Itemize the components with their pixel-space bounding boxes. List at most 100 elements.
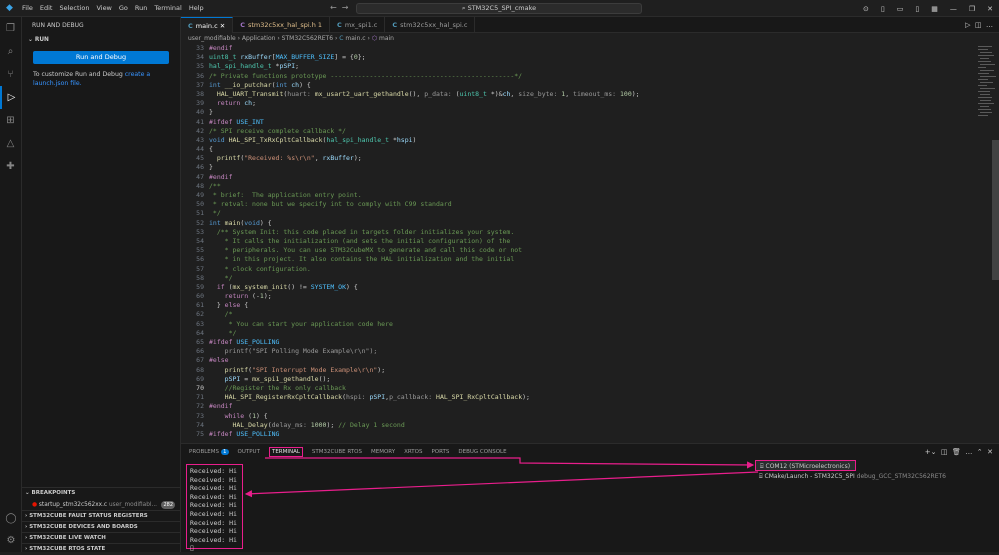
close-icon[interactable]: ✕ [987, 5, 993, 13]
source-control-icon[interactable]: ⑂ [0, 63, 21, 86]
tab-stm32cube-rtos[interactable]: STM32CUBE RTOS [312, 449, 362, 455]
tab-memory[interactable]: MEMORY [371, 449, 395, 455]
line-number[interactable]: 34 [181, 53, 209, 62]
code-line[interactable]: 70 //Register the Rx only callback [181, 384, 976, 393]
line-number[interactable]: 65 [181, 338, 209, 347]
line-number[interactable]: 38 [181, 90, 209, 99]
terminal-output[interactable]: Received: Hi Received: Hi Received: Hi Rece… [186, 464, 243, 549]
code-line[interactable]: 50 * retval: none but we specify int to … [181, 200, 976, 209]
line-number[interactable]: 66 [181, 347, 209, 356]
line-number[interactable]: 46 [181, 163, 209, 172]
menu-file[interactable]: File [22, 4, 33, 12]
line-number[interactable]: 33 [181, 44, 209, 53]
code-line[interactable]: 73 while (1) { [181, 412, 976, 421]
code-line[interactable]: 52 int main(void) { [181, 219, 976, 228]
breadcrumb-item[interactable]: main [379, 35, 394, 42]
code-line[interactable]: 37 int __io_putchar(int ch) { [181, 81, 976, 90]
cmake-icon[interactable]: △ [0, 132, 21, 155]
code-line[interactable]: 72 #endif [181, 402, 976, 411]
code-line[interactable]: 49 * brief: The application entry point. [181, 191, 976, 200]
rtos-state-section[interactable]: › STM32CUBE RTOS STATE [22, 543, 181, 554]
line-number[interactable]: 44 [181, 145, 209, 154]
code-line[interactable]: 66 printf("SPI Polling Mode Example\r\n"… [181, 347, 976, 356]
code-line[interactable]: 55 * peripherals. You can use STM32CubeM… [181, 246, 976, 255]
tab-hal-spi-c[interactable]: Cstm32c5xx_hal_spi.c [385, 17, 476, 33]
layout-sidebar-icon[interactable]: ▯ [881, 5, 885, 13]
code-line[interactable]: 69 pSPI = mx_spi1_gethandle(); [181, 375, 976, 384]
code-line[interactable]: 53 /** System Init: this code placed in … [181, 228, 976, 237]
maximize-panel-icon[interactable]: ⌃ [977, 448, 983, 456]
restore-icon[interactable]: ❐ [969, 5, 975, 13]
line-number[interactable]: 48 [181, 182, 209, 191]
search-activity-icon[interactable]: ⌕ [0, 40, 21, 63]
back-arrow-icon[interactable]: ← [330, 3, 337, 12]
close-panel-icon[interactable]: ✕ [987, 448, 993, 456]
extensions-icon[interactable]: ⊞ [0, 109, 21, 132]
line-number[interactable]: 42 [181, 127, 209, 136]
code-line[interactable]: 68 printf("SPI Interrupt Mode Example\r\… [181, 366, 976, 375]
close-tab-icon[interactable]: ✕ [220, 22, 225, 30]
line-number[interactable]: 55 [181, 246, 209, 255]
line-number[interactable]: 56 [181, 255, 209, 264]
code-line[interactable]: 33 #endif [181, 44, 976, 53]
code-line[interactable]: 62 /* [181, 310, 976, 319]
tab-xrtos[interactable]: XRTOS [404, 449, 422, 455]
breakpoint-item[interactable]: ● startup_stm32c562xx.c user_modifiabl..… [22, 500, 181, 510]
tab-terminal[interactable]: TERMINAL [268, 447, 303, 457]
code-line[interactable]: 38 HAL_UART_Transmit(huart: mx_usart2_ua… [181, 90, 976, 99]
code-line[interactable]: 74 HAL_Delay(delay_ms: 1000); // Delay 1… [181, 421, 976, 430]
line-number[interactable]: 69 [181, 375, 209, 384]
code-line[interactable]: 58 */ [181, 274, 976, 283]
settings-gear-icon[interactable]: ⚙ [0, 529, 22, 552]
code-line[interactable]: 51 */ [181, 209, 976, 218]
code-line[interactable]: 75 #ifdef USE_POLLING [181, 430, 976, 439]
line-number[interactable]: 58 [181, 274, 209, 283]
line-number[interactable]: 52 [181, 219, 209, 228]
code-line[interactable]: 46} [181, 163, 976, 172]
chat-icon[interactable]: ⊙ [863, 5, 869, 13]
menu-run[interactable]: Run [135, 4, 147, 12]
new-terminal-icon[interactable]: +⌄ [925, 448, 937, 456]
code-line[interactable]: 48/** [181, 182, 976, 191]
command-center-search[interactable]: ⌕ STM32C5_SPI_cmake [356, 3, 642, 14]
run-file-icon[interactable]: ▷ [965, 21, 970, 29]
menu-go[interactable]: Go [119, 4, 128, 12]
layout-panel-icon[interactable]: ▭ [897, 5, 904, 13]
line-number[interactable]: 41 [181, 118, 209, 127]
menu-selection[interactable]: Selection [59, 4, 89, 12]
tab-output[interactable]: OUTPUT [238, 449, 260, 455]
line-number[interactable]: 70 [181, 384, 209, 393]
minimize-icon[interactable]: — [950, 5, 957, 13]
code-line[interactable]: 54 * It calls the initialization (and se… [181, 237, 976, 246]
code-line[interactable]: 43 void HAL_SPI_TxRxCpltCallback(hal_spi_… [181, 136, 976, 145]
line-number[interactable]: 43 [181, 136, 209, 145]
run-section-header[interactable]: ⌄ RUN [22, 34, 180, 46]
account-icon[interactable]: ◯ [0, 507, 22, 530]
code-line[interactable]: 42/* SPI receive complete callback */ [181, 127, 976, 136]
code-line[interactable]: 63 * You can start your application code… [181, 320, 976, 329]
code-line[interactable]: 71 HAL_SPI_RegisterRxCpltCallback(hspi: … [181, 393, 976, 402]
menu-terminal[interactable]: Terminal [154, 4, 181, 12]
line-number[interactable]: 64 [181, 329, 209, 338]
stm32cube-icon[interactable]: ✚ [0, 155, 21, 178]
line-number[interactable]: 61 [181, 301, 209, 310]
run-debug-icon[interactable]: ▷ [0, 86, 21, 109]
breakpoints-section[interactable]: ⌄ BREAKPOINTS [22, 487, 181, 498]
line-number[interactable]: 45 [181, 154, 209, 163]
terminal-item-cmake[interactable]: ⌸ CMake/Launch - STM32C5_SPI debug_GCC_S… [755, 471, 999, 482]
line-number[interactable]: 57 [181, 265, 209, 274]
code-line[interactable]: 61 } else { [181, 301, 976, 310]
code-line[interactable]: 64 */ [181, 329, 976, 338]
line-number[interactable]: 54 [181, 237, 209, 246]
line-number[interactable]: 73 [181, 412, 209, 421]
line-number[interactable]: 63 [181, 320, 209, 329]
code-line[interactable]: 56 * in this project. It also contains t… [181, 255, 976, 264]
more-icon[interactable]: … [965, 448, 972, 456]
code-line[interactable]: 39 return ch; [181, 99, 976, 108]
line-number[interactable]: 59 [181, 283, 209, 292]
line-number[interactable]: 62 [181, 310, 209, 319]
menu-view[interactable]: View [96, 4, 111, 12]
menu-edit[interactable]: Edit [40, 4, 53, 12]
line-number[interactable]: 71 [181, 393, 209, 402]
code-line[interactable]: 36/* Private functions prototype -------… [181, 72, 976, 81]
